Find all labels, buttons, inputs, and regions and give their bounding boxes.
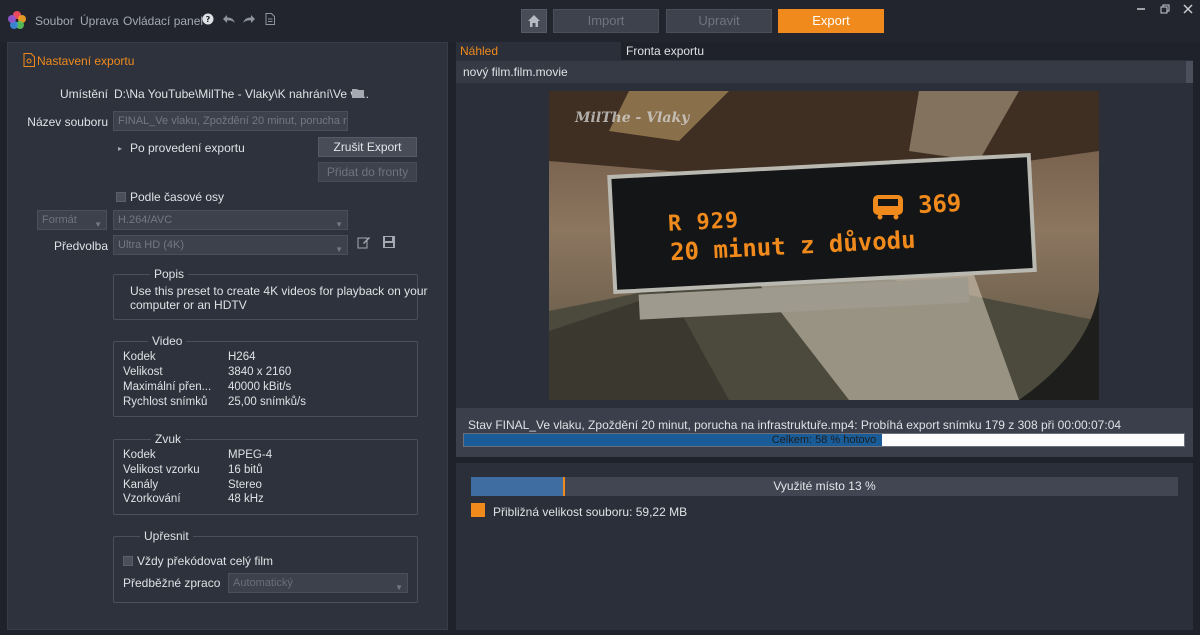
- video-key: Rychlost snímků: [123, 396, 208, 408]
- audio-value: 48 kHz: [228, 493, 264, 505]
- add-to-queue-button[interactable]: Přidat do fronty: [318, 162, 417, 182]
- chevron-down-icon: ▼: [395, 583, 403, 592]
- folder-icon[interactable]: [352, 88, 364, 98]
- scrollbar[interactable]: [1186, 61, 1193, 83]
- preset-value: Ultra HD (4K): [118, 239, 185, 251]
- filename-label: Název souboru: [27, 115, 108, 129]
- refine-title: Upřesnit: [140, 529, 193, 543]
- display-delay: 369: [917, 188, 963, 220]
- edit-preset-icon[interactable]: [357, 235, 371, 249]
- prerender-select[interactable]: Automatický ▼: [228, 573, 408, 593]
- save-preset-icon[interactable]: [382, 235, 396, 249]
- prerender-value: Automatický: [233, 577, 293, 589]
- after-export-toggle[interactable]: Po provedení exportu: [130, 141, 245, 155]
- tab-edit[interactable]: Upravit: [666, 9, 772, 33]
- audio-key: Velikost vzorku: [123, 464, 200, 476]
- location-value: D:\Na YouTube\MilThe - Vlaky\K nahrání\V…: [114, 87, 370, 101]
- document-icon[interactable]: [263, 13, 277, 27]
- app-logo-icon: [8, 11, 26, 29]
- export-status-text: Stav FINAL_Ve vlaku, Zpoždění 20 minut, …: [468, 418, 1122, 432]
- section-title: Nastavení exportu: [37, 54, 135, 68]
- audio-key: Vzorkování: [123, 493, 181, 505]
- always-transcode-checkbox[interactable]: [123, 556, 133, 566]
- file-size-text: Přibližná velikost souboru: 59,22 MB: [493, 505, 688, 519]
- disk-space-text: Využité místo 13 %: [773, 479, 876, 493]
- minimize-icon[interactable]: [1136, 4, 1146, 17]
- location-label: Umístění: [59, 87, 108, 101]
- chevron-down-icon: ▼: [335, 245, 343, 254]
- bus-icon: [873, 195, 903, 220]
- export-settings-icon: [23, 53, 35, 67]
- description-line-1: Use this preset to create 4K videos for …: [130, 284, 428, 298]
- home-icon: [528, 15, 540, 27]
- movie-filename: nový film.film.movie: [456, 61, 1193, 83]
- format-select[interactable]: Formát ▼: [37, 210, 107, 230]
- watermark-logo: MilThe - Vlaky: [575, 110, 690, 126]
- export-progress-text: Celkem: 58 % hotovo: [771, 434, 877, 446]
- file-size-swatch: [471, 503, 485, 517]
- video-value: 3840 x 2160: [228, 366, 292, 378]
- description-title: Popis: [150, 267, 189, 281]
- video-key: Velikost: [123, 366, 163, 378]
- description-line-2: computer or an HDTV: [130, 298, 247, 312]
- menu-edit[interactable]: Úprava: [80, 14, 119, 28]
- codec-value: H.264/AVC: [118, 214, 173, 226]
- video-value: 40000 kBit/s: [228, 381, 292, 393]
- tab-export[interactable]: Export: [778, 9, 884, 33]
- video-key: Kodek: [123, 351, 156, 363]
- undo-icon[interactable]: [222, 13, 236, 27]
- audio-key: Kodek: [123, 449, 156, 461]
- video-value: 25,00 snímků/s: [228, 396, 306, 408]
- tab-preview[interactable]: Náhled: [456, 42, 621, 60]
- help-icon[interactable]: ?: [201, 13, 215, 27]
- export-progress-bar: Celkem: 58 % hotovo: [463, 433, 1185, 447]
- audio-value: Stereo: [228, 479, 262, 491]
- home-button[interactable]: [521, 9, 547, 33]
- tab-import[interactable]: Import: [553, 9, 659, 33]
- audio-value: 16 bitů: [228, 464, 263, 476]
- disk-space-bar: Využité místo 13 %: [471, 477, 1178, 496]
- format-label: Formát: [42, 214, 77, 226]
- codec-select[interactable]: H.264/AVC ▼: [113, 210, 348, 230]
- video-value: H264: [228, 351, 256, 363]
- chevron-down-icon: ▼: [94, 220, 102, 229]
- restore-icon[interactable]: [1160, 4, 1170, 17]
- preset-select[interactable]: Ultra HD (4K) ▼: [113, 235, 348, 255]
- cancel-export-button[interactable]: Zrušit Export: [318, 137, 417, 157]
- audio-value: MPEG-4: [228, 449, 273, 461]
- timeline-checkbox[interactable]: [116, 192, 126, 202]
- always-transcode-label: Vždy překódovat celý film: [137, 554, 274, 568]
- prerender-label: Předběžné zpraco: [123, 576, 221, 590]
- close-icon[interactable]: [1183, 4, 1193, 17]
- redo-icon[interactable]: [242, 13, 256, 27]
- video-title: Video: [148, 334, 187, 348]
- audio-title: Zvuk: [151, 432, 186, 446]
- preset-label: Předvolba: [53, 239, 108, 253]
- expand-arrow-icon[interactable]: ▸: [118, 144, 122, 153]
- menu-file[interactable]: Soubor: [35, 14, 74, 28]
- timeline-label: Podle časové osy: [130, 190, 225, 204]
- audio-key: Kanály: [123, 479, 159, 491]
- tab-export-queue[interactable]: Fronta exportu: [621, 42, 1193, 60]
- menu-control-panel[interactable]: Ovládací panel: [123, 14, 203, 28]
- filename-input[interactable]: FINAL_Ve vlaku, Zpoždění 20 minut, poruc…: [113, 111, 348, 131]
- video-key: Maximální přen...: [123, 381, 212, 393]
- svg-text:?: ?: [206, 15, 211, 24]
- display-train-number: R 929: [667, 208, 740, 237]
- chevron-down-icon: ▼: [335, 220, 343, 229]
